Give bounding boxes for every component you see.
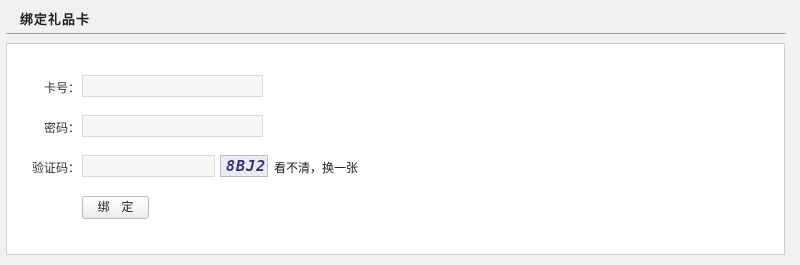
captcha-image-text: 8BJ2 — [226, 157, 267, 175]
password-row: 密码： — [7, 115, 307, 137]
password-input[interactable] — [82, 115, 263, 137]
card-number-input[interactable] — [82, 75, 263, 97]
bind-button[interactable]: 绑 定 — [82, 196, 149, 219]
password-label: 密码： — [43, 121, 80, 135]
captcha-image[interactable]: 8BJ2 — [220, 155, 268, 177]
captcha-input[interactable] — [82, 155, 215, 177]
page-title: 绑定礼品卡 — [20, 13, 91, 28]
bind-gift-card-form: 卡号： 密码： 验证码： 8BJ2 看不清，换一张 绑 定 — [6, 43, 785, 255]
captcha-row: 验证码： 8BJ2 看不清，换一张 — [7, 155, 407, 177]
refresh-captcha-link[interactable]: 看不清，换一张 — [274, 159, 358, 176]
captcha-label: 验证码： — [31, 161, 80, 175]
card-number-label: 卡号： — [43, 81, 80, 95]
title-bar: 绑定礼品卡 — [6, 0, 786, 34]
card-number-row: 卡号： — [7, 75, 307, 97]
